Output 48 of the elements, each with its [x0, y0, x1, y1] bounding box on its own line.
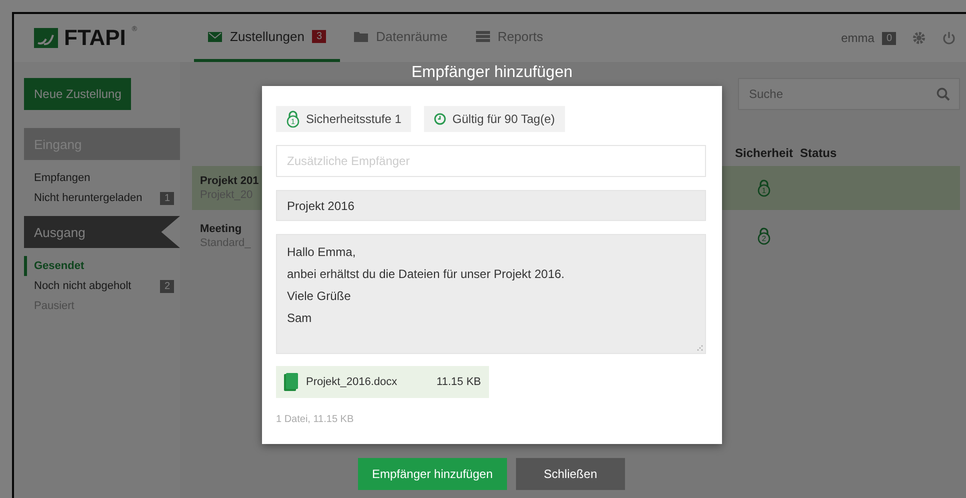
- folder-icon: [354, 31, 368, 42]
- count-badge: 2: [160, 280, 174, 292]
- subject-field[interactable]: Projekt 2016: [276, 190, 706, 221]
- nav-tab[interactable]: Datenräume: [340, 14, 462, 62]
- envelope-icon: [208, 32, 222, 42]
- logo-text: FTAPI: [64, 25, 126, 51]
- column-header: Sicherheit: [734, 146, 794, 160]
- chip-label: Sicherheitsstufe 1: [306, 112, 402, 126]
- new-delivery-button[interactable]: Neue Zustellung: [24, 78, 132, 110]
- count-badge: 1: [160, 192, 174, 204]
- sidebar-item[interactable]: Empfangen: [24, 168, 180, 188]
- dialog-title: Empfänger hinzufügen: [410, 64, 574, 82]
- chip-label: Gültig für 90 Tag(e): [452, 112, 555, 126]
- attachment-item[interactable]: Projekt_2016.docx 11.15 KB: [276, 366, 489, 398]
- power-icon[interactable]: [942, 31, 956, 45]
- logo-icon: [34, 28, 58, 48]
- row-title: Projekt 201: [200, 175, 259, 187]
- close-button[interactable]: Schließen: [516, 458, 626, 490]
- sidebar-item[interactable]: Noch nicht abgeholt 2: [24, 276, 180, 296]
- sidebar-item[interactable]: Nicht heruntergeladen 1: [24, 188, 180, 208]
- item-label: Empfangen: [34, 172, 90, 184]
- user-name[interactable]: emma: [841, 31, 874, 45]
- count-badge: 3: [312, 30, 326, 43]
- tab-label: Datenräume: [376, 29, 448, 44]
- settings-icon[interactable]: [912, 31, 926, 45]
- resize-grip-icon[interactable]: [697, 345, 703, 351]
- message-field[interactable]: Hallo Emma, anbei erhältst du die Dateien für unser Projekt 2016. Viele Grüße Sam: [276, 234, 706, 354]
- nav-tab[interactable]: Reports: [462, 14, 558, 62]
- column-header: Status: [800, 146, 837, 160]
- clock-icon: [434, 113, 446, 125]
- item-label: Noch nicht abgeholt: [34, 280, 132, 292]
- search-icon[interactable]: [936, 87, 950, 101]
- item-label: Gesendet: [34, 260, 84, 272]
- nav-tab[interactable]: Zustellungen 3: [194, 14, 340, 62]
- section-header[interactable]: Ausgang: [24, 216, 180, 248]
- row-title: Meeting: [200, 223, 242, 235]
- sidebar-item[interactable]: Gesendet: [24, 256, 180, 276]
- file-summary: 1 Datei, 11.15 KB: [276, 414, 355, 425]
- count-badge: 0: [882, 32, 896, 44]
- document-icon: [284, 373, 298, 391]
- file-name: Projekt_2016.docx: [306, 376, 398, 388]
- tab-label: Reports: [498, 29, 544, 44]
- search-field[interactable]: Suche: [738, 78, 960, 110]
- list-icon: [476, 31, 490, 42]
- file-size: 11.15 KB: [436, 376, 481, 388]
- tab-label: Zustellungen: [230, 29, 304, 44]
- add-recipients-button[interactable]: Empfänger hinzufügen: [358, 458, 507, 490]
- item-label: Nicht heruntergeladen: [34, 192, 142, 204]
